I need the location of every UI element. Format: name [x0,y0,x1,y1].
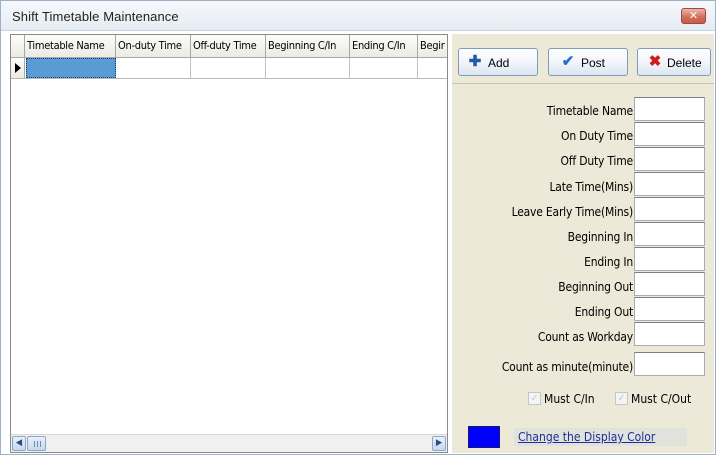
must-cin-checkbox[interactable]: ✓ Must C/In [528,392,598,406]
off-duty-time-label: Off Duty Time [560,154,633,168]
count-as-minute-label: Count as minute(minute) [501,360,633,374]
plus-icon: ✚ [468,53,482,70]
x-icon: ✖ [648,53,662,70]
shift-timetable-window: Shift Timetable Maintenance ✕ Timetable … [0,0,716,455]
display-color-swatch[interactable] [468,426,500,448]
check-icon: ✔ [561,53,575,70]
delete-button-label: Delete [667,56,702,70]
current-row-arrow-icon [15,63,21,73]
count-as-workday-input[interactable] [634,322,705,346]
table-row[interactable] [11,58,447,79]
ending-out-input[interactable] [634,297,705,321]
timetable-name-input[interactable] [634,97,705,121]
close-button[interactable]: ✕ [681,8,706,24]
ending-out-label: Ending Out [574,305,633,319]
column-header-on-duty-time[interactable]: On-duty Time [116,35,191,57]
leave-early-time-label: Leave Early Time(Mins) [511,205,634,219]
change-display-color-link[interactable]: Change the Display Color [514,428,687,446]
check-icon: ✓ [615,392,628,405]
scroll-thumb[interactable] [27,436,46,451]
column-header-beginning-cout[interactable]: Begir [418,35,447,57]
cell-on-duty-time[interactable] [116,58,191,78]
column-header-beginning-cin[interactable]: Beginning C/In [266,35,350,57]
scroll-right-arrow-icon: ▶ [435,438,443,448]
cell-beginning-cout[interactable] [418,58,447,78]
thumb-grip-line [37,441,38,447]
cell-beginning-cin[interactable] [266,58,350,78]
delete-button[interactable]: ✖ Delete [637,48,711,76]
ending-in-label: Ending In [584,255,633,269]
check-icon: ✓ [528,392,541,405]
count-as-minute-input[interactable] [634,352,705,376]
must-cout-checkbox[interactable]: ✓ Must C/Out [615,392,695,406]
cell-ending-cin[interactable] [350,58,418,78]
late-time-input[interactable] [634,172,705,196]
scroll-right-button[interactable]: ▶ [432,436,446,451]
column-header-off-duty-time[interactable]: Off-duty Time [191,35,266,57]
ending-in-input[interactable] [634,247,705,271]
beginning-in-input[interactable] [634,222,705,246]
scroll-left-arrow-icon: ◀ [15,438,23,448]
post-button-label: Post [581,56,606,70]
beginning-in-label: Beginning In [567,230,634,244]
post-button[interactable]: ✔ Post [548,48,628,76]
row-indicator-header [11,35,25,57]
cell-off-duty-time[interactable] [191,58,266,78]
must-cin-label: Must C/In [544,392,595,406]
leave-early-time-input[interactable] [634,197,705,221]
late-time-label: Late Time(Mins) [549,180,633,194]
on-duty-time-input[interactable] [634,122,705,146]
add-button-label: Add [488,56,510,70]
timetable-name-label: Timetable Name [546,104,633,118]
must-cout-label: Must C/Out [631,392,692,406]
window-title: Shift Timetable Maintenance [12,9,179,24]
beginning-out-label: Beginning Out [558,280,633,294]
column-header-timetable-name[interactable]: Timetable Name [25,35,116,57]
edit-panel: ✚ Add ✔ Post ✖ Delete Timetable Name On … [452,34,714,453]
scroll-left-button[interactable]: ◀ [12,436,26,451]
grid-header: Timetable Name On-duty Time Off-duty Tim… [11,35,447,58]
beginning-out-input[interactable] [634,272,705,296]
cell-timetable-name[interactable] [26,58,116,78]
off-duty-time-input[interactable] [634,147,705,171]
thumb-grip-line [34,441,35,447]
horizontal-scrollbar[interactable]: ◀ ▶ [11,434,447,452]
timetable-grid[interactable]: Timetable Name On-duty Time Off-duty Tim… [10,34,448,453]
toolbar: ✚ Add ✔ Post ✖ Delete [452,34,714,84]
on-duty-time-label: On Duty Time [561,129,633,143]
thumb-grip-line [40,441,41,447]
close-icon: ✕ [688,9,699,22]
count-as-workday-label: Count as Workday [537,330,633,344]
column-header-ending-cin[interactable]: Ending C/In [350,35,418,57]
add-button[interactable]: ✚ Add [458,48,538,76]
row-indicator[interactable] [11,58,25,78]
title-bar[interactable]: Shift Timetable Maintenance ✕ [1,1,715,31]
